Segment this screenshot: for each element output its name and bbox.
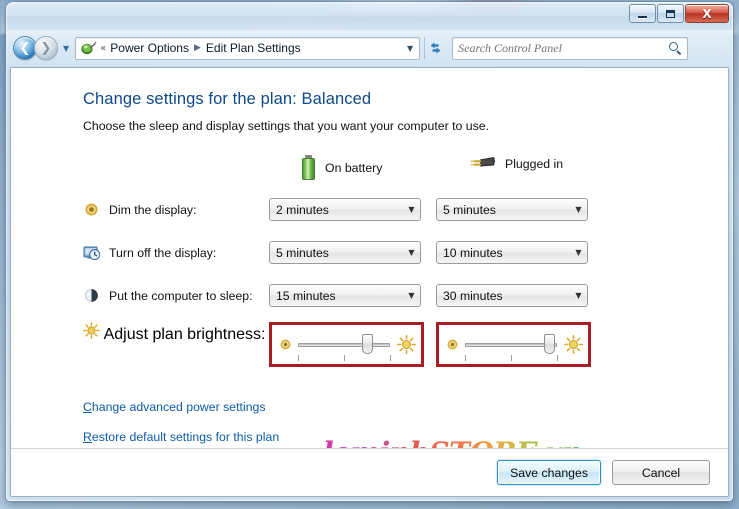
accel-key: C <box>83 400 92 414</box>
power-options-window: X ❮ ❯ ▼ « Power Options ▶ Edit Plan Sett… <box>6 2 733 501</box>
brightness-slider-plugged-in-highlight <box>436 322 591 367</box>
dropdown-value: 30 minutes <box>443 288 503 303</box>
maximize-icon <box>666 9 675 18</box>
column-header-on-battery: On battery <box>301 155 382 180</box>
link-text: estore default settings for this plan <box>91 430 280 444</box>
page-title: Change settings for the plan: Balanced <box>83 90 372 108</box>
forward-button[interactable]: ❯ <box>34 36 58 60</box>
refresh-button[interactable] <box>424 37 446 59</box>
setting-label-brightness: Adjust plan brightness: <box>103 326 266 343</box>
column-label-plugged-in: Plugged in <box>505 157 564 171</box>
dim-sun-icon <box>446 338 459 351</box>
breadcrumb-dropdown-icon[interactable]: ▼ <box>407 44 417 53</box>
brightness-thumb-plugged-in[interactable] <box>544 334 556 354</box>
breadcrumb-bar[interactable]: « Power Options ▶ Edit Plan Settings ▼ <box>75 36 421 60</box>
minimize-icon <box>638 15 647 18</box>
dropdown-dim-display-on-battery[interactable]: 2 minutes ▼ <box>269 198 421 221</box>
close-button[interactable]: X <box>685 4 729 23</box>
sleep-icon <box>83 287 100 304</box>
brightness-icon <box>83 322 104 343</box>
column-header-plugged-in: Plugged in <box>468 155 563 173</box>
dropdown-value: 5 minutes <box>276 245 329 260</box>
dropdown-value: 10 minutes <box>443 245 503 260</box>
column-label-on-battery: On battery <box>325 160 383 175</box>
dropdown-sleep-on-battery[interactable]: 15 minutes ▼ <box>269 284 421 307</box>
battery-icon <box>301 155 316 180</box>
turn-off-display-icon <box>83 244 101 261</box>
cancel-button[interactable]: Cancel <box>612 460 710 485</box>
chevron-down-icon: ▼ <box>408 291 415 300</box>
search-icon <box>668 41 682 55</box>
maximize-button[interactable] <box>657 4 684 23</box>
bright-sun-icon <box>397 335 417 355</box>
chevron-down-icon: ▼ <box>575 291 582 300</box>
dropdown-sleep-plugged-in[interactable]: 30 minutes ▼ <box>436 284 588 307</box>
window-controls: X <box>629 4 729 23</box>
power-plug-icon <box>468 155 496 173</box>
save-changes-button[interactable]: Save changes <box>497 460 601 485</box>
dropdown-value: 5 minutes <box>443 202 496 217</box>
chevron-down-icon: ▼ <box>408 205 415 214</box>
page-subtitle: Choose the sleep and display settings th… <box>83 119 490 133</box>
bright-sun-icon <box>564 335 584 355</box>
brightness-thumb-on-battery[interactable] <box>362 334 374 354</box>
dim-display-icon <box>83 201 100 218</box>
back-arrow-icon: ❮ <box>19 40 31 56</box>
minimize-button[interactable] <box>629 4 656 23</box>
recent-pages-dropdown[interactable]: ▼ <box>63 44 69 53</box>
brightness-slider-on-battery-highlight <box>269 322 424 367</box>
forward-arrow-icon: ❯ <box>40 40 52 56</box>
brightness-track-on-battery[interactable] <box>298 343 390 347</box>
breadcrumb-power-options[interactable]: Power Options <box>110 41 189 55</box>
address-bar: ❮ ❯ ▼ « Power Options ▶ Edit Plan Settin… <box>7 30 732 66</box>
dropdown-value: 15 minutes <box>276 288 336 303</box>
content-pane: Change settings for the plan: Balanced C… <box>10 67 729 497</box>
setting-row-brightness: Adjust plan brightness: <box>83 322 728 378</box>
dim-sun-icon <box>279 338 292 351</box>
chevron-down-icon: ▼ <box>575 248 582 257</box>
brightness-ticks-on-battery <box>298 355 391 362</box>
brightness-ticks-plugged-in <box>465 355 558 362</box>
search-input[interactable] <box>458 40 669 56</box>
breadcrumb-separator-icon: ▶ <box>193 43 201 53</box>
setting-label-sleep: Put the computer to sleep: <box>109 289 253 303</box>
dropdown-turn-off-display-on-battery[interactable]: 5 minutes ▼ <box>269 241 421 264</box>
link-change-advanced-power-settings[interactable]: Change advanced power settings <box>83 400 266 414</box>
accel-key: R <box>83 430 92 444</box>
setting-row-turn-off-display: Turn off the display: 5 minutes ▼ 10 min… <box>83 236 728 279</box>
refresh-icon <box>430 42 441 54</box>
search-box[interactable] <box>452 36 689 60</box>
setting-row-sleep: Put the computer to sleep: 15 minutes ▼ … <box>83 279 728 322</box>
dropdown-turn-off-display-plugged-in[interactable]: 10 minutes ▼ <box>436 241 588 264</box>
chevron-down-icon: ▼ <box>575 205 582 214</box>
chevron-down-icon: ▼ <box>408 248 415 257</box>
title-bar: X <box>7 3 732 30</box>
setting-label-turn-off-display: Turn off the display: <box>109 246 217 260</box>
links-section: Change advanced power settings Restore d… <box>83 400 728 444</box>
setting-label-dim-display: Dim the display: <box>109 203 197 217</box>
dropdown-value: 2 minutes <box>276 202 329 217</box>
button-bar: Save changes Cancel <box>11 448 728 496</box>
settings-pane: Change settings for the plan: Balanced C… <box>11 68 728 448</box>
setting-row-dim-display: Dim the display: 2 minutes ▼ 5 minutes ▼ <box>83 193 728 236</box>
power-options-icon <box>80 40 97 56</box>
column-headers: On battery Plugged in <box>83 155 728 185</box>
breadcrumb-edit-plan-settings[interactable]: Edit Plan Settings <box>206 41 301 55</box>
close-icon: X <box>702 6 712 21</box>
dropdown-dim-display-plugged-in[interactable]: 5 minutes ▼ <box>436 198 588 221</box>
breadcrumb-overflow-icon[interactable]: « <box>100 43 106 54</box>
link-restore-default-settings[interactable]: Restore default settings for this plan <box>83 430 279 444</box>
link-text: hange advanced power settings <box>91 400 266 414</box>
